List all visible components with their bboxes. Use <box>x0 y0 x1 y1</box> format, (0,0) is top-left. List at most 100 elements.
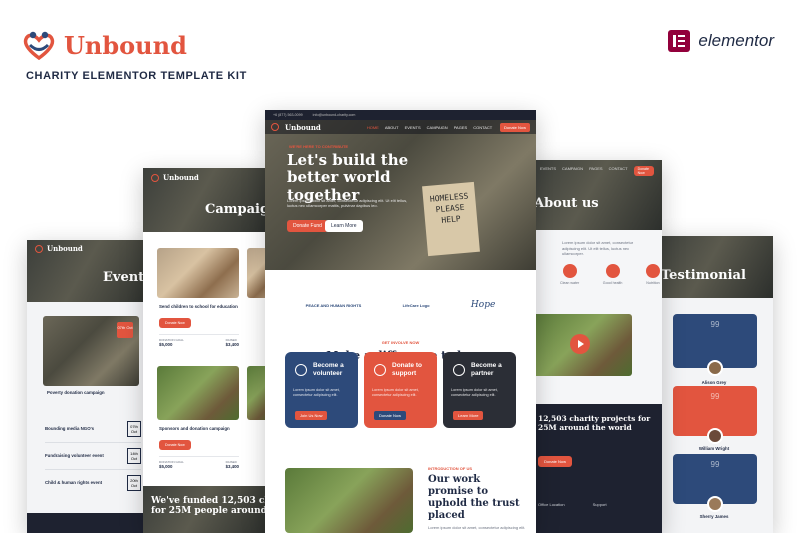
about-footer-cols: Office Location Support <box>538 502 607 507</box>
quote-icon: 99 <box>710 392 720 401</box>
nav-donate-button[interactable]: Donate Now <box>499 122 530 132</box>
event-page-mockup: Unbound Event list 07th Oct Poverty dona… <box>27 240 155 533</box>
nav-item-events[interactable]: EVENTS <box>405 125 421 130</box>
volunteer-icon <box>295 364 307 376</box>
about-nav: EVENTS CAMPAIGN PAGES CONTACT Donate Now <box>532 160 662 182</box>
campaign-footer-band: We've funded 12,503 charity projects for… <box>143 486 268 533</box>
feature-item: Good health <box>602 264 623 286</box>
event-footer <box>27 513 155 533</box>
mini-logo: Unbound <box>47 244 83 253</box>
partner-icon <box>453 364 465 376</box>
logo-icon <box>271 123 279 131</box>
topbar-email: info@unbound-charity.com <box>312 113 356 117</box>
card-title: Donate to support <box>392 362 422 378</box>
mini-logo-icon <box>151 173 159 182</box>
home-page-mockup: +6 (877) 563-0099 info@unbound-charity.c… <box>265 110 536 533</box>
event-list-title: Fundraising volunteer event <box>45 453 104 459</box>
home-hero: Unbound HOME ABOUT EVENTS CAMPAIGN PAGES… <box>265 120 536 270</box>
main-navbar: Unbound HOME ABOUT EVENTS CAMPAIGN PAGES… <box>265 120 536 134</box>
intro-text: Lorem ipsum dolor sit amet, consectetur … <box>428 525 526 530</box>
card-title: Become a volunteer <box>313 362 344 378</box>
nav-item-home[interactable]: HOME <box>367 125 379 130</box>
play-icon <box>578 340 584 348</box>
campaign-stats: DONATION GOAL $5,000 RAISED $3,400 <box>159 456 239 470</box>
testimonial-page-mockup: Testimonial 99 Alison Grey 99 William Wr… <box>655 236 773 533</box>
event-featured-image: 07th Oct <box>43 316 139 386</box>
stat-value: $3,400 <box>225 342 239 348</box>
homeless-sign: HOMELESS PLEASE HELP <box>422 181 480 257</box>
topbar-phone: +6 (877) 563-0099 <box>273 113 303 117</box>
avatar <box>707 360 723 376</box>
card-button[interactable]: Donate Now <box>374 411 407 420</box>
partner-logos: PEACE AND HUMAN RIGHTS LifeCare Logo Hop… <box>265 270 536 340</box>
feature-label: Nutrition <box>646 281 660 285</box>
about-page-title: About us <box>534 196 599 211</box>
testimonial-name: Alison Grey <box>701 380 727 385</box>
elementor-e-icon <box>668 30 691 52</box>
hero-donate-button[interactable]: Donate Fund <box>287 220 328 232</box>
campaign-item-title[interactable]: Send children to school for education <box>159 304 239 310</box>
nav-links: HOME ABOUT EVENTS CAMPAIGN PAGES CONTACT <box>367 125 492 130</box>
stat-value: $5,000 <box>159 464 173 470</box>
mini-logo-icon <box>35 244 43 253</box>
avatar <box>707 496 723 512</box>
footer-col-title: Support <box>592 502 607 507</box>
involve-kicker: GET INVOLVE NOW <box>381 340 420 345</box>
testimonial-card: 99 <box>673 454 757 512</box>
testimonial-name: William Wright <box>698 446 730 451</box>
about-hero: EVENTS CAMPAIGN PAGES CONTACT Donate Now Ab… <box>532 160 662 230</box>
intro-image <box>285 468 413 533</box>
about-donate-button[interactable]: Donate Now <box>538 456 573 467</box>
about-video-image <box>532 314 632 376</box>
quote-icon: 99 <box>710 460 720 469</box>
donate-card: Donate to support Lorem ipsum dolor sit … <box>364 352 437 428</box>
card-button[interactable]: Learn More <box>453 411 484 420</box>
feature-item: Nutrition <box>646 264 660 286</box>
stat-value: $3,400 <box>225 464 239 470</box>
testimonial-page-title: Testimonial <box>661 268 746 283</box>
card-button[interactable]: Join Us Now <box>295 411 328 420</box>
testimonial-name: Sherry James <box>699 514 729 519</box>
about-partner-logos <box>532 382 662 394</box>
nutrition-icon <box>646 264 660 278</box>
topbar: +6 (877) 563-0099 info@unbound-charity.c… <box>265 110 536 120</box>
avatar <box>707 428 723 444</box>
partner-logo: PEACE AND HUMAN RIGHTS <box>305 302 362 308</box>
nav-item-campaign[interactable]: CAMPAIGN <box>427 125 448 130</box>
elementor-name: elementor <box>698 31 774 50</box>
event-date-badge: 07th Oct <box>117 322 133 338</box>
partner-logo: Hope <box>470 300 496 310</box>
about-stats-band: 12,503 charity projects for 25M around t… <box>532 404 662 533</box>
stat-value: $5,000 <box>159 342 173 348</box>
about-nav-button[interactable]: Donate Now <box>633 166 654 176</box>
event-list: Bounding media NGO's 07th Oct Fundraisin… <box>45 416 141 496</box>
testimonial-hero: Testimonial <box>655 236 773 298</box>
feature-label: Clean water <box>560 281 580 285</box>
feature-label: Good health <box>602 281 623 285</box>
campaign-stats: DONATION GOAL $5,000 RAISED $3,400 <box>159 334 239 348</box>
nav-item-pages[interactable]: PAGES <box>454 125 468 130</box>
hero-learn-button[interactable]: Learn More <box>325 220 363 232</box>
list-item[interactable]: Bounding media NGO's 07th Oct <box>45 416 141 443</box>
campaign-hero: Unbound Campaign <box>143 168 268 232</box>
nav-item-contact[interactable]: CONTACT <box>473 125 492 130</box>
card-text: Lorem ipsum dolor sit amet, consectetur … <box>372 388 419 397</box>
hero-kicker: WE'RE HERE TO CONTRIBUTE <box>289 144 349 149</box>
event-list-date: 07th Oct <box>127 421 141 437</box>
intro-title: Our work promise to uphold the trust pla… <box>428 474 520 521</box>
play-button[interactable] <box>570 334 590 354</box>
nav-logo[interactable]: Unbound <box>285 123 321 132</box>
event-featured-title[interactable]: Poverty donation campaign <box>47 390 137 396</box>
nav-item-about[interactable]: ABOUT <box>385 125 399 130</box>
brand-subtitle: CHARITY ELEMENTOR TEMPLATE KIT <box>26 70 247 82</box>
list-item[interactable]: Child & human rights event 20th Oct <box>45 470 141 496</box>
card-text: Lorem ipsum dolor sit amet, consectetur … <box>293 388 340 397</box>
campaign-item-title[interactable]: Sponsors and donation campaign <box>159 426 239 432</box>
partner-card: Become a partner Lorem ipsum dolor sit a… <box>443 352 516 428</box>
campaign-donate-button[interactable]: Donate Now <box>159 318 191 328</box>
event-list-date: 14th Oct <box>127 448 141 464</box>
campaign-donate-button[interactable]: Donate Now <box>159 440 191 450</box>
list-item[interactable]: Fundraising volunteer event 14th Oct <box>45 443 141 470</box>
mini-logo: Unbound <box>163 173 199 182</box>
campaign-page-mockup: Unbound Campaign Send children to school… <box>143 168 268 533</box>
